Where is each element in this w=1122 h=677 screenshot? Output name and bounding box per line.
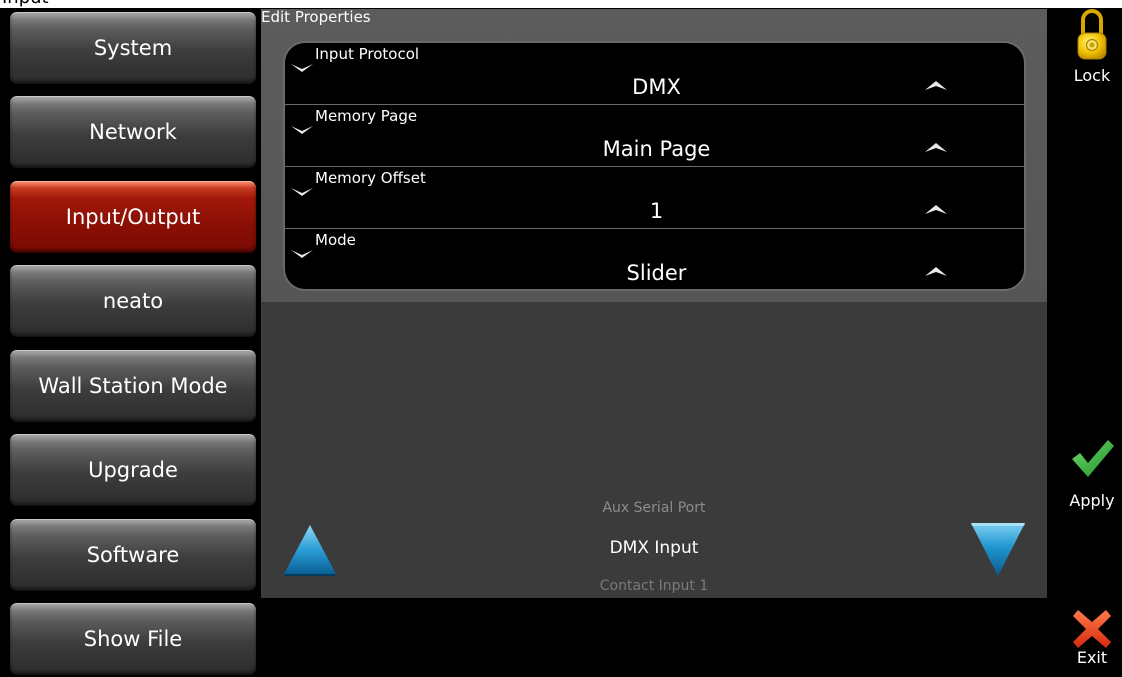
x-icon xyxy=(1073,610,1111,648)
chevron-down-icon[interactable] xyxy=(291,125,313,137)
property-row-memory-page: Memory Page Main Page xyxy=(285,105,1024,167)
chevron-down-icon[interactable] xyxy=(291,187,313,199)
edit-properties-panel: Edit Properties Input Protocol DMX Memor… xyxy=(261,8,1047,598)
exit-label: Exit xyxy=(1076,648,1108,667)
property-row-mode: Mode Slider xyxy=(285,229,1024,289)
property-value: 1 xyxy=(649,199,664,223)
exit-button[interactable]: Exit xyxy=(1062,608,1122,668)
sidebar-item-system[interactable]: System xyxy=(10,12,256,84)
sidebar-item-software[interactable]: Software xyxy=(10,519,256,591)
padlock-icon xyxy=(1077,9,1107,60)
properties-section: Edit Properties Input Protocol DMX Memor… xyxy=(261,8,1047,302)
properties-list: Input Protocol DMX Memory Page Main Page… xyxy=(283,41,1026,291)
lock-button[interactable]: Lock xyxy=(1062,8,1122,86)
chevron-down-icon[interactable] xyxy=(291,249,313,261)
property-value: Slider xyxy=(626,261,687,285)
scroll-down-arrow-icon[interactable] xyxy=(970,521,1026,577)
sidebar-item-neato[interactable]: neato xyxy=(10,265,256,337)
property-value: Main Page xyxy=(602,137,711,161)
property-label: Memory Page xyxy=(315,107,418,125)
property-row-memory-offset: Memory Offset 1 xyxy=(285,167,1024,229)
port-option-selected: DMX Input xyxy=(609,538,699,558)
property-label: Input Protocol xyxy=(315,45,420,63)
sidebar-item-wall-station-mode[interactable]: Wall Station Mode xyxy=(10,350,256,422)
sidebar-item-input-output[interactable]: Input/Output xyxy=(10,181,256,253)
port-option-next[interactable]: Contact Input 1 xyxy=(261,578,1047,594)
sidebar-item-upgrade[interactable]: Upgrade xyxy=(10,434,256,506)
port-option-previous[interactable]: Aux Serial Port xyxy=(261,500,1047,516)
title-bar: Input xyxy=(0,0,1122,8)
scroll-up-arrow-icon[interactable] xyxy=(283,524,337,576)
window-title: Input xyxy=(2,0,49,8)
apply-label: Apply xyxy=(1069,491,1115,510)
chevron-down-icon[interactable] xyxy=(291,63,313,75)
lock-label: Lock xyxy=(1073,66,1111,85)
property-row-input-protocol: Input Protocol DMX xyxy=(285,43,1024,105)
sidebar-item-network[interactable]: Network xyxy=(10,96,256,168)
sidebar-item-show-file[interactable]: Show File xyxy=(10,603,256,675)
panel-title: Edit Properties xyxy=(261,8,371,26)
property-label: Memory Offset xyxy=(315,169,426,187)
apply-button[interactable]: Apply xyxy=(1062,437,1122,511)
property-value: DMX xyxy=(632,75,681,99)
property-label: Mode xyxy=(315,231,356,249)
checkmark-icon xyxy=(1072,440,1114,477)
